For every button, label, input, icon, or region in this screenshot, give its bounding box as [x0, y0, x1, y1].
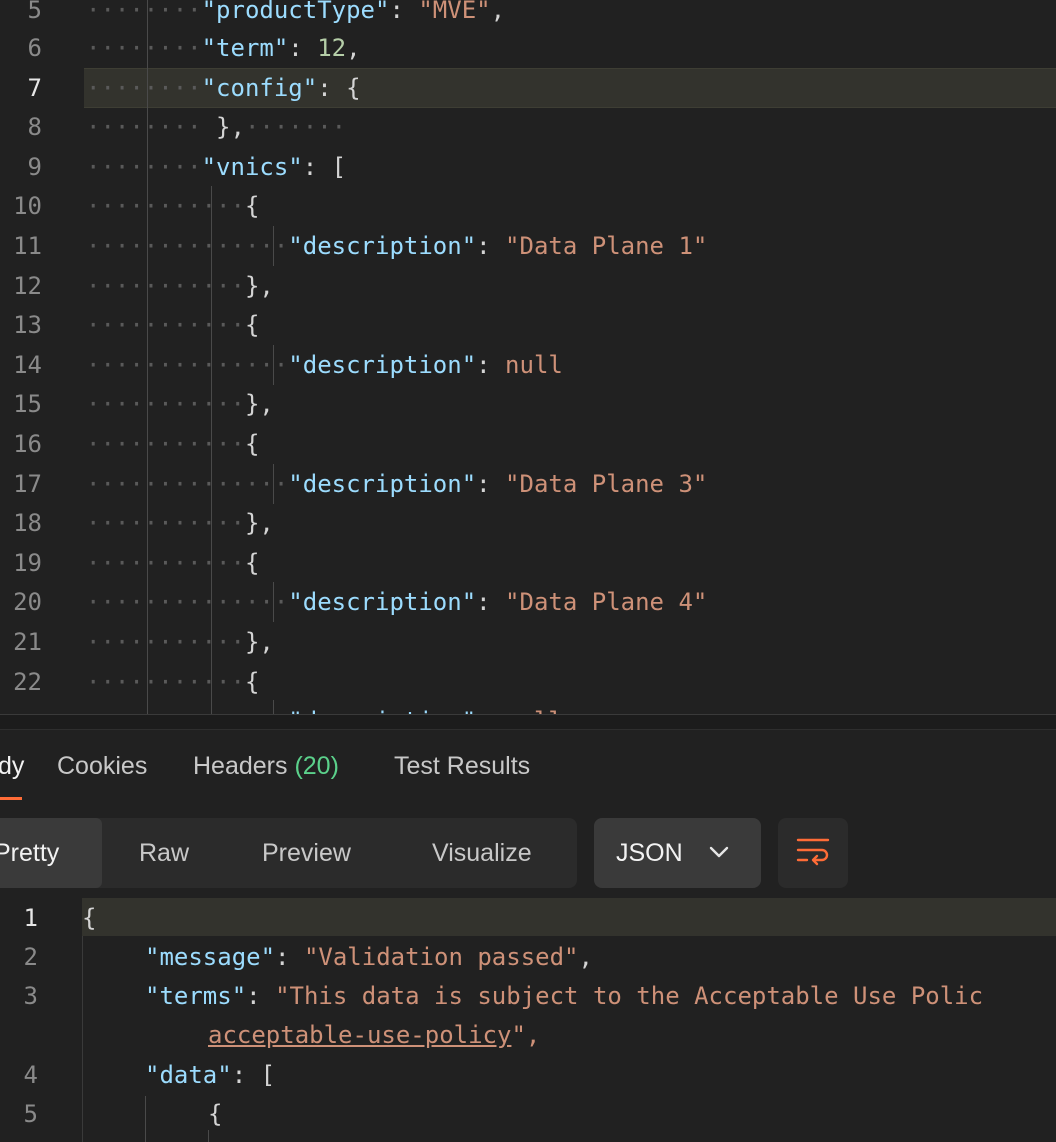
preview-button[interactable]: Preview — [262, 818, 351, 888]
response-toolbar: Pretty Raw Preview Visualize JSON — [0, 818, 1056, 888]
pretty-button[interactable]: Pretty — [0, 818, 102, 888]
line-number: 2 — [23, 943, 38, 971]
code-line[interactable]: ···········{ — [86, 543, 259, 583]
line-number: 14 — [13, 351, 42, 379]
active-tab-indicator — [0, 797, 22, 800]
line-number: 15 — [13, 390, 42, 418]
response-line: "message": "Validation passed", — [145, 943, 593, 971]
gutter-divider — [82, 936, 83, 1142]
visualize-button[interactable]: Visualize — [432, 818, 532, 888]
response-tabs: dy Cookies Headers (20) Test Results — [0, 729, 1056, 801]
code-line[interactable]: ···········{ — [86, 662, 259, 702]
line-number: 9 — [27, 153, 42, 181]
code-line[interactable]: ········"productType": "MVE", — [86, 0, 505, 30]
tab-headers[interactable]: Headers (20) — [193, 749, 339, 783]
line-number: 22 — [13, 668, 42, 696]
pane-resize-handle[interactable] — [0, 714, 1056, 730]
line-number: 6 — [27, 34, 42, 62]
code-line-active[interactable]: ········"config": { — [86, 68, 361, 108]
response-line: "terms": "This data is subject to the Ac… — [145, 982, 984, 1010]
headers-count-badge: (20) — [294, 752, 339, 780]
code-line[interactable]: ···········{ — [86, 305, 259, 345]
line-number: 18 — [13, 509, 42, 537]
policy-link[interactable]: acceptable-use-policy — [208, 1021, 511, 1049]
code-line[interactable]: ···········{ — [86, 424, 259, 464]
view-mode-segmented-control: Pretty Raw Preview Visualize — [0, 818, 577, 888]
code-line[interactable]: ···········}, — [86, 384, 274, 424]
code-line[interactable]: ···········{ — [86, 186, 259, 226]
line-number: 21 — [13, 628, 42, 656]
line-number: 17 — [13, 470, 42, 498]
code-line[interactable]: ···········}, — [86, 503, 274, 543]
response-line-wrapped: acceptable-use-policy", — [208, 1021, 541, 1049]
line-number: 5 — [23, 1100, 38, 1128]
response-line: { — [82, 904, 97, 932]
line-number: 16 — [13, 430, 42, 458]
line-number: 3 — [23, 982, 38, 1010]
code-line[interactable]: ···········}, — [86, 266, 274, 306]
response-line: { — [208, 1100, 223, 1128]
raw-button[interactable]: Raw — [139, 818, 189, 888]
code-line[interactable]: ········ },······· — [86, 107, 346, 147]
tab-cookies[interactable]: Cookies — [57, 749, 147, 783]
line-number: 12 — [13, 272, 42, 300]
response-line: "data": [ — [145, 1061, 276, 1089]
response-body-viewer[interactable]: 1 2 3 4 5 { "message": "Validation passe… — [0, 898, 1056, 1142]
line-number: 20 — [13, 588, 42, 616]
indent-guide — [145, 1096, 146, 1142]
code-line[interactable]: ···········}, — [86, 622, 274, 662]
code-line[interactable]: ··············"description": null — [86, 345, 563, 385]
line-number: 13 — [13, 311, 42, 339]
format-select-value: JSON — [616, 839, 683, 867]
wrap-lines-icon — [796, 838, 830, 866]
code-line[interactable]: ··············"description": null — [86, 701, 563, 714]
code-line[interactable]: ··············"description": "Data Plane… — [86, 226, 707, 266]
wrap-lines-button[interactable] — [778, 818, 848, 888]
tab-body[interactable]: dy — [0, 749, 24, 783]
line-number-active: 7 — [27, 74, 42, 102]
tab-test-results[interactable]: Test Results — [394, 749, 530, 783]
line-number: 5 — [27, 0, 42, 24]
request-body-editor[interactable]: 5 6 7 8 9 10 11 12 13 14 15 16 17 18 19 … — [0, 0, 1056, 714]
tab-headers-label: Headers — [193, 752, 288, 780]
line-number: 11 — [13, 232, 42, 260]
format-select[interactable]: JSON — [594, 818, 761, 888]
chevron-down-icon — [709, 846, 729, 858]
line-number-active: 1 — [23, 904, 38, 932]
line-number: 19 — [13, 549, 42, 577]
code-line[interactable]: ··············"description": "Data Plane… — [86, 464, 707, 504]
code-line[interactable]: ········"vnics": [ — [86, 147, 346, 187]
code-line[interactable]: ········"term": 12, — [86, 28, 361, 68]
line-number: 4 — [23, 1061, 38, 1089]
line-number: 10 — [13, 192, 42, 220]
active-line-highlight — [82, 898, 1056, 936]
line-number: 8 — [27, 113, 42, 141]
code-line[interactable]: ··············"description": "Data Plane… — [86, 582, 707, 622]
